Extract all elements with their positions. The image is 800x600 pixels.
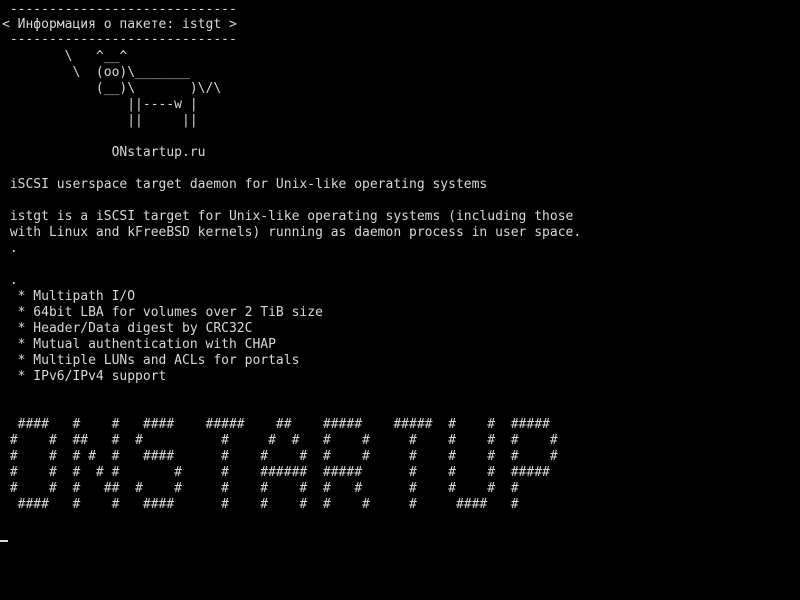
cow-art-line: \ ^__^ [2,49,128,64]
feature-item: * Multipath I/O [2,289,136,304]
feature-item: * Header/Data digest by CRC32C [2,321,253,336]
description-line: . [2,241,18,256]
site-name: ONstartup.ru [2,145,206,160]
header-rule-bottom: ----------------------------- [2,32,237,47]
cow-art-line: \ (oo)\_______ [2,65,190,80]
cow-art-line: || || [2,113,198,128]
banner-art-line: #### # # #### # # # # # # #### # [2,497,519,512]
description-line: istgt is a iSCSI target for Unix-like op… [2,209,574,224]
feature-item: * IPv6/IPv4 support [2,369,167,384]
feature-item: * Multiple LUNs and ACLs for portals [2,353,300,368]
banner-art-line: # # ## # # # # # # # # # # # # [2,433,558,448]
text-cursor [0,540,8,542]
package-info-title: < Информация о пакете: istgt > [2,17,237,32]
feature-item: * 64bit LBA for volumes over 2 TiB size [2,305,323,320]
cow-art-line: (__)\ )\/\ [2,81,222,96]
features-separator: . [2,273,18,288]
package-summary: iSCSI userspace target daemon for Unix-l… [2,177,488,192]
description-line: with Linux and kFreeBSD kernels) running… [2,225,582,240]
header-rule-top: ----------------------------- [2,2,237,17]
terminal-screen[interactable]: ----------------------------- < Информац… [0,0,800,600]
banner-art-line: # # # # # # # ###### ##### # # # ##### [2,465,550,480]
banner-art-line: # # # ## # # # # # # # # # # # [2,481,519,496]
banner-art-line: #### # # #### ##### ## ##### ##### # # #… [2,417,550,432]
cow-art-line: ||----w | [2,97,198,112]
banner-art-line: # # # # # #### # # # # # # # # # # [2,449,558,464]
feature-item: * Mutual authentication with CHAP [2,337,276,352]
